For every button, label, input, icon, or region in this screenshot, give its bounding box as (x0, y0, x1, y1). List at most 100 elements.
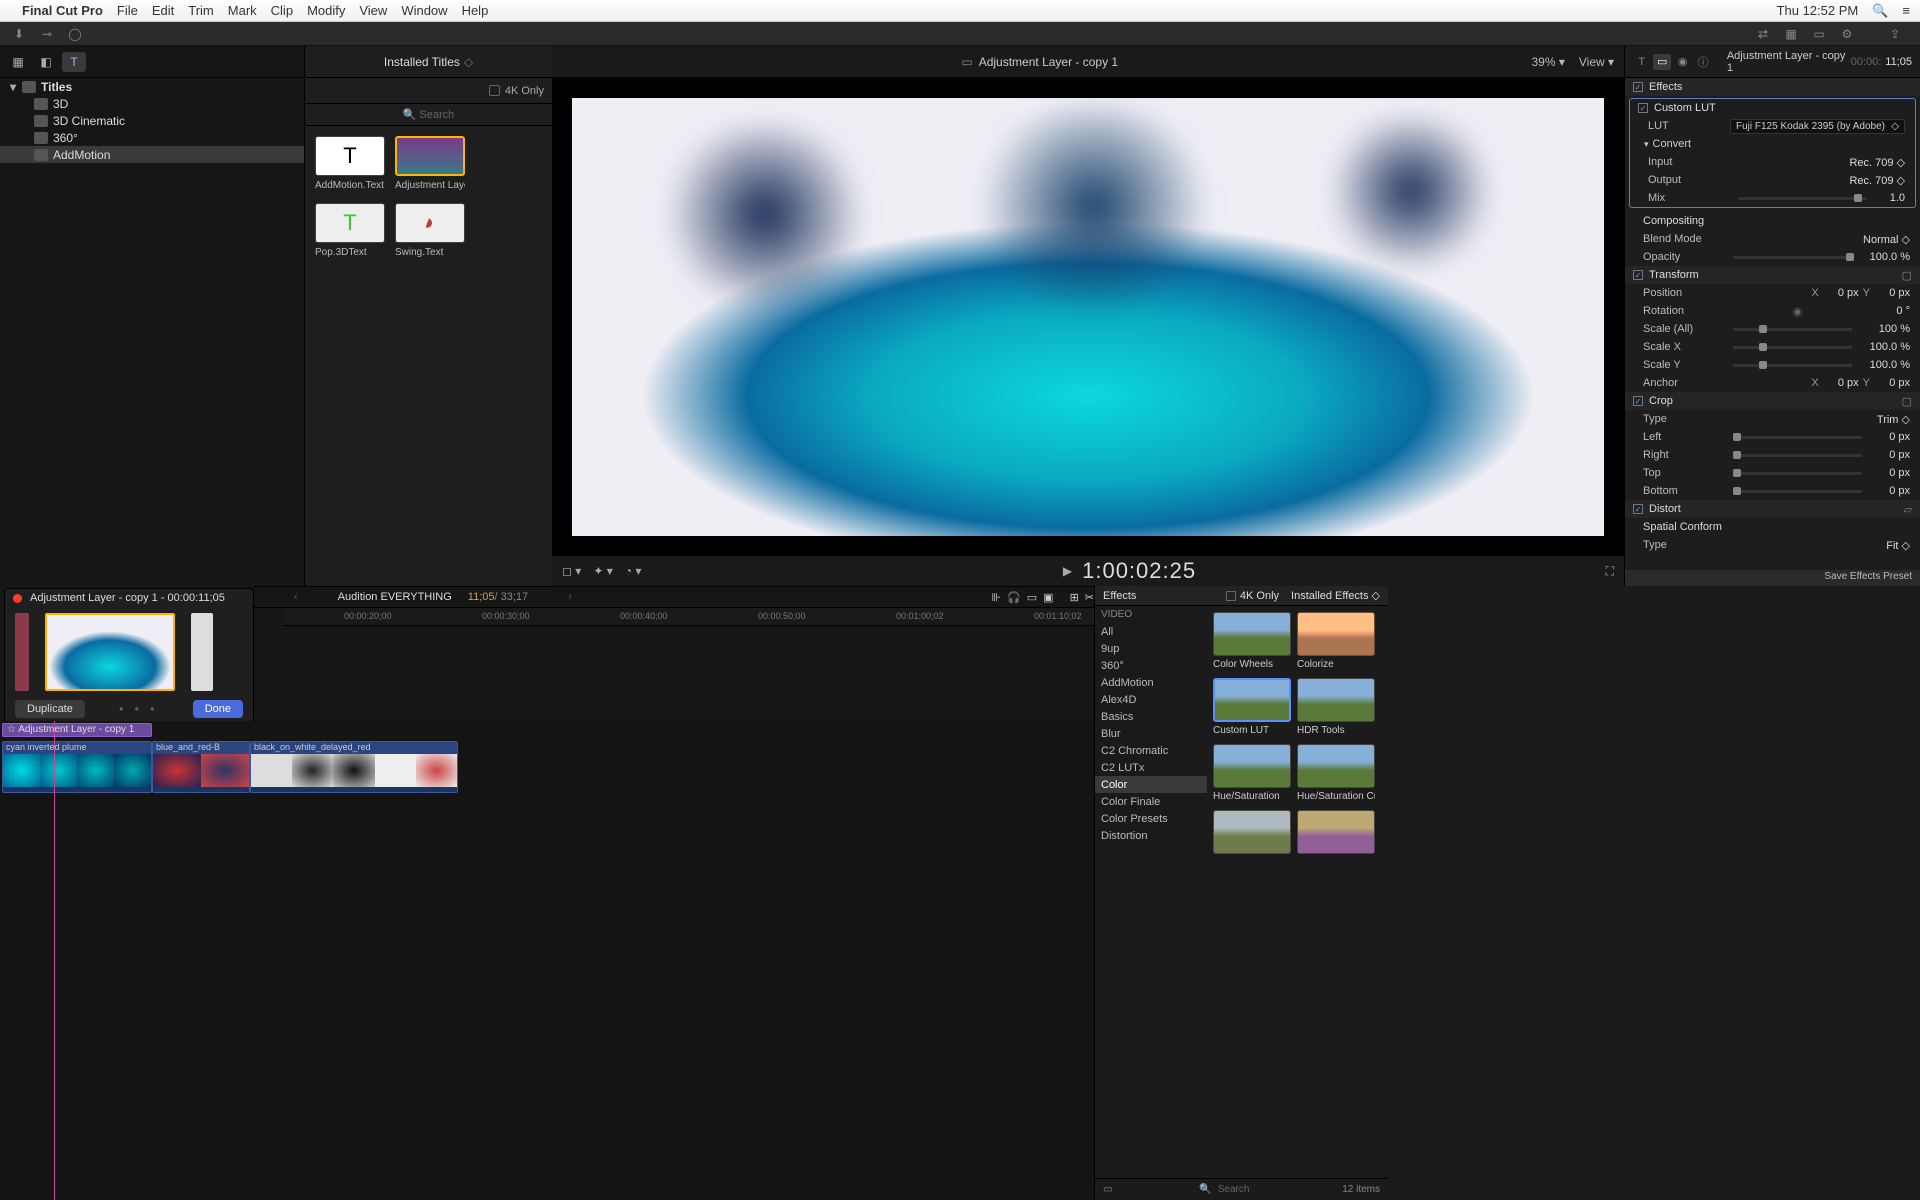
timeline-trim-icon[interactable]: ⊞ (1070, 591, 1079, 604)
crop-bottom-slider[interactable] (1733, 490, 1862, 493)
inspector-tab-color-icon[interactable]: ◉ (1674, 54, 1691, 70)
section-spatial-conform[interactable]: Spatial Conform (1625, 518, 1920, 536)
cat-c2-lutx[interactable]: C2 LUTx (1095, 759, 1207, 776)
scale-y-slider[interactable] (1733, 364, 1852, 367)
spotlight-icon[interactable]: 🔍 (1872, 3, 1888, 19)
timeline-prev-icon[interactable]: ‹ (294, 591, 298, 603)
save-effects-preset-button[interactable]: Save Effects Preset (1625, 570, 1920, 586)
toolbar-grid-icon[interactable]: ▦ (1780, 25, 1802, 43)
timeline-tracks[interactable]: ☆ Adjustment Layer - copy 1 cyan inverte… (0, 721, 1094, 1200)
audition-filmstrip[interactable] (5, 607, 253, 696)
play-icon[interactable]: ▶ (1063, 564, 1072, 578)
audition-thumb[interactable] (15, 613, 29, 691)
menu-help[interactable]: Help (462, 3, 489, 18)
effects-checkbox[interactable]: ✓ (1633, 82, 1643, 92)
audition-done-button[interactable]: Done (193, 700, 243, 718)
scale-all-slider[interactable] (1733, 328, 1852, 331)
toolbar-settings-icon[interactable]: ⚙ (1836, 25, 1858, 43)
effects-4k-checkbox[interactable] (1226, 591, 1236, 601)
import-icon[interactable]: ⬇ (8, 25, 30, 43)
fullscreen-icon[interactable]: ⛶ (1606, 564, 1614, 579)
distort-onscreen-icon[interactable]: ▱ (1904, 503, 1912, 516)
convert-subheader[interactable]: ▾Convert (1630, 135, 1915, 153)
crop-left-slider[interactable] (1733, 436, 1862, 439)
inspector-body[interactable]: ✓Effects ✓Custom LUT LUT Fuji F125 Kodak… (1625, 78, 1920, 570)
background-tasks-icon[interactable]: ◯ (64, 25, 86, 43)
effect-item[interactable]: Colorize (1297, 612, 1375, 670)
effect-item[interactable]: Custom LUT (1213, 678, 1291, 736)
cat-9up[interactable]: 9up (1095, 640, 1207, 657)
viewer-timecode[interactable]: 1:00:02:25 (1082, 558, 1196, 584)
distort-checkbox[interactable]: ✓ (1633, 504, 1643, 514)
viewer-canvas[interactable] (552, 78, 1624, 556)
effect-item[interactable]: Hue/Saturation (1213, 744, 1291, 802)
menu-extras-icon[interactable]: ≡ (1902, 3, 1910, 18)
effects-search-icon[interactable]: 🔍 (1199, 1184, 1211, 1195)
menu-modify[interactable]: Modify (307, 3, 345, 18)
cat-basics[interactable]: Basics (1095, 708, 1207, 725)
timeline-audio-skim-icon[interactable]: 🎧 (1007, 591, 1021, 604)
inspector-tab-video-icon[interactable]: ▭ (1653, 54, 1670, 70)
rotation-dial-icon[interactable]: ◉ (1725, 305, 1870, 318)
cat-360[interactable]: 360° (1095, 657, 1207, 674)
timeline-solo-icon[interactable]: ▭ (1027, 591, 1037, 604)
effect-item[interactable]: Color Wheels (1213, 612, 1291, 670)
sidebar-item-3d-cinematic[interactable]: 3D Cinematic (0, 112, 304, 129)
browser-thumb[interactable]: T Pop.3DText (315, 203, 385, 258)
output-value[interactable]: Rec. 709 ◇ (1730, 174, 1905, 187)
retime-tool-icon[interactable]: ◔ ▾ (625, 564, 642, 578)
browser-thumb[interactable]: T AddMotion.Text (315, 136, 385, 191)
crop-top-slider[interactable] (1733, 472, 1862, 475)
transform-onscreen-icon[interactable]: ▢ (1902, 269, 1912, 282)
lut-dropdown[interactable]: Fuji F125 Kodak 2395 (by Adobe)◇ (1730, 119, 1905, 134)
timeline-ruler[interactable]: 00:00:20;00 00:00:30;00 00:00:40;00 00:0… (284, 608, 1094, 626)
playhead[interactable] (54, 721, 55, 1200)
cat-color-presets[interactable]: Color Presets (1095, 810, 1207, 827)
cat-all[interactable]: All (1095, 623, 1207, 640)
effects-categories[interactable]: VIDEO All 9up 360° AddMotion Alex4D Basi… (1095, 606, 1207, 1178)
section-transform[interactable]: ✓Transform▢ (1625, 266, 1920, 284)
scale-x-slider[interactable] (1733, 346, 1852, 349)
cat-color[interactable]: Color (1095, 776, 1207, 793)
cat-addmotion[interactable]: AddMotion (1095, 674, 1207, 691)
audition-thumb-selected[interactable] (45, 613, 175, 691)
audition-page-dots[interactable]: • • • (85, 702, 193, 716)
cat-color-finale[interactable]: Color Finale (1095, 793, 1207, 810)
effect-item[interactable]: Hue/Saturation Curves (1297, 744, 1375, 802)
effects-grid[interactable]: Color Wheels Colorize Custom LUT HDR Too… (1207, 606, 1388, 1178)
sidebar-titles-header[interactable]: ▾ Titles (0, 78, 304, 95)
effects-installed-dropdown[interactable]: Installed Effects ◇ (1291, 589, 1380, 602)
opacity-slider[interactable] (1733, 256, 1852, 259)
viewer-zoom[interactable]: 39% ▾ (1531, 55, 1564, 69)
crop-right-slider[interactable] (1733, 454, 1862, 457)
browser-thumb[interactable]: Adjustment Layer (395, 136, 465, 191)
mix-slider[interactable] (1738, 197, 1867, 200)
browser-header[interactable]: Installed Titles ◇ (305, 46, 552, 78)
timeline-project-name[interactable]: Audition EVERYTHING (338, 591, 452, 603)
crop-checkbox[interactable]: ✓ (1633, 396, 1643, 406)
sidebar-item-3d[interactable]: 3D (0, 95, 304, 112)
effects-search-placeholder[interactable]: Search (1218, 1184, 1250, 1195)
browser-search[interactable]: 🔍 Search (305, 104, 552, 126)
audition-thumb[interactable] (191, 613, 213, 691)
filter-4k-checkbox[interactable] (489, 85, 500, 96)
menu-view[interactable]: View (359, 3, 387, 18)
timeline-skimming-icon[interactable]: ⊪ (991, 591, 1001, 604)
timeline-clip[interactable]: cyan inverted plume (2, 741, 152, 793)
effect-item[interactable] (1297, 810, 1375, 857)
section-crop[interactable]: ✓Crop▢ (1625, 392, 1920, 410)
timeline-title-clip[interactable]: ☆ Adjustment Layer - copy 1 (2, 723, 152, 737)
menu-mark[interactable]: Mark (228, 3, 257, 18)
input-value[interactable]: Rec. 709 ◇ (1730, 156, 1905, 169)
timeline-clip[interactable]: black_on_white_delayed_red (250, 741, 458, 793)
spatial-type-value[interactable]: Fit ◇ (1725, 539, 1910, 552)
menu-edit[interactable]: Edit (152, 3, 174, 18)
sidebar-item-360[interactable]: 360° (0, 129, 304, 146)
library-tab-media-icon[interactable]: ▦ (6, 52, 30, 72)
section-compositing[interactable]: Compositing (1625, 212, 1920, 230)
timeline-tools-icon[interactable]: ✂ (1085, 591, 1094, 604)
enhance-tool-icon[interactable]: ✦ ▾ (593, 564, 612, 578)
app-name[interactable]: Final Cut Pro (22, 3, 103, 18)
menubar-clock[interactable]: Thu 12:52 PM (1777, 3, 1859, 18)
timeline-snap-icon[interactable]: ▣ (1043, 591, 1053, 604)
